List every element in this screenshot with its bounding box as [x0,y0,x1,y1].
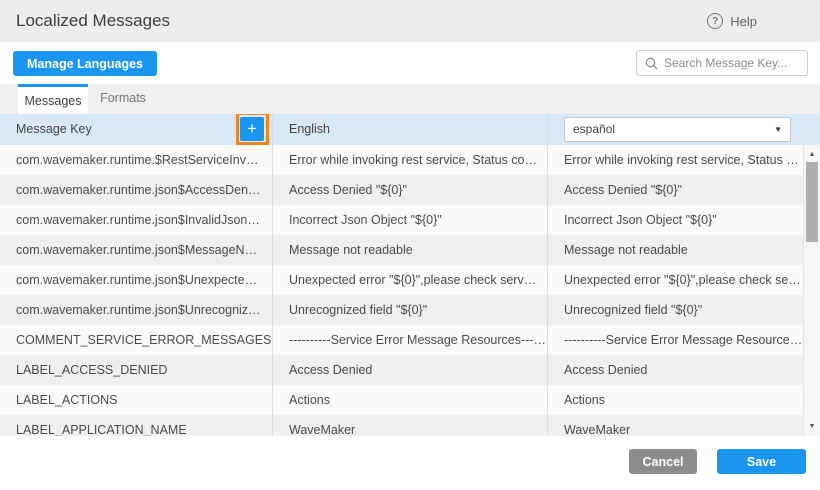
cell-english[interactable]: Access Denied [273,355,548,385]
vertical-scrollbar[interactable]: ▲ ▼ [803,145,820,436]
page-title: Localized Messages [16,0,170,42]
english-header-label: English [289,122,330,136]
cell-message-key[interactable]: com.wavemaker.runtime.json$InvalidJson… [0,205,273,235]
cell-message-key[interactable]: com.wavemaker.runtime.json$Unexpecte… [0,265,273,295]
cell-espanol[interactable]: Actions [548,385,803,415]
help-link[interactable]: ? Help [707,0,757,42]
cell-english[interactable]: Unexpected error "${0}",please check ser… [273,265,548,295]
tab-formats[interactable]: Formats [88,84,158,114]
table-row[interactable]: LABEL_APPLICATION_NAME WaveMaker WaveMak… [0,415,820,436]
table-header-row: Message Key + English español ▼ [0,114,820,145]
cell-english[interactable]: Unrecognized field "${0}" [273,295,548,325]
cell-message-key[interactable]: COMMENT_SERVICE_ERROR_MESSAGES [0,325,273,355]
scroll-up-icon[interactable]: ▲ [804,151,820,158]
chevron-down-icon: ▼ [774,118,782,141]
cell-message-key[interactable]: LABEL_APPLICATION_NAME [0,415,273,436]
table-row[interactable]: com.wavemaker.runtime.json$InvalidJson… … [0,205,820,235]
table-row[interactable]: com.wavemaker.runtime.$RestServiceInv… E… [0,145,820,175]
cell-espanol[interactable]: Unexpected error "${0}",please check se… [548,265,803,295]
cell-espanol[interactable]: Access Denied "${0}" [548,175,803,205]
table-row[interactable]: COMMENT_SERVICE_ERROR_MESSAGES ---------… [0,325,820,355]
header-scrollbar-spacer [803,114,820,145]
cell-espanol[interactable]: Error while invoking rest service, Statu… [548,145,803,175]
cell-espanol[interactable]: Incorrect Json Object "${0}" [548,205,803,235]
manage-languages-button[interactable]: Manage Languages [13,51,157,76]
cell-espanol[interactable]: ----------Service Error Message Resource… [548,325,803,355]
cell-english[interactable]: ----------Service Error Message Resource… [273,325,548,355]
search-box[interactable] [636,50,808,76]
cell-espanol[interactable]: Access Denied [548,355,803,385]
cell-english[interactable]: Error while invoking rest service, Statu… [273,145,548,175]
table-row[interactable]: com.wavemaker.runtime.json$Unrecogniz… U… [0,295,820,325]
cell-espanol[interactable]: Unrecognized field "${0}" [548,295,803,325]
cell-english[interactable]: Message not readable [273,235,548,265]
cell-english[interactable]: Actions [273,385,548,415]
column-header-language: español ▼ [548,114,803,145]
column-header-english: English [273,114,548,145]
cell-espanol[interactable]: WaveMaker [548,415,803,436]
scrollbar-thumb[interactable] [806,162,818,242]
table-row[interactable]: com.wavemaker.runtime.json$Unexpecte… Un… [0,265,820,295]
cell-message-key[interactable]: com.wavemaker.runtime.json$Unrecogniz… [0,295,273,325]
cell-english[interactable]: Access Denied "${0}" [273,175,548,205]
cell-message-key[interactable]: com.wavemaker.runtime.$RestServiceInv… [0,145,273,175]
search-input[interactable] [664,56,799,70]
search-icon [645,57,658,70]
cancel-button[interactable]: Cancel [629,449,697,474]
localized-messages-dialog: Localized Messages ? Help Manage Languag… [0,0,820,490]
title-bar: Localized Messages ? Help [0,0,820,42]
cell-message-key[interactable]: com.wavemaker.runtime.json$MessageN… [0,235,273,265]
cell-espanol[interactable]: Message not readable [548,235,803,265]
table-row[interactable]: LABEL_ACTIONS Actions Actions [0,385,820,415]
cell-message-key[interactable]: LABEL_ACTIONS [0,385,273,415]
save-button[interactable]: Save [717,449,806,474]
cell-english[interactable]: WaveMaker [273,415,548,436]
help-label: Help [730,14,757,29]
table-row[interactable]: com.wavemaker.runtime.json$AccessDen… Ac… [0,175,820,205]
column-header-message-key: Message Key + [0,114,273,145]
language-select[interactable]: español ▼ [564,117,791,142]
tab-messages[interactable]: Messages [18,84,88,114]
help-icon: ? [707,13,723,29]
table-body: com.wavemaker.runtime.$RestServiceInv… E… [0,145,820,436]
language-select-value: español [573,118,615,141]
messages-table: Message Key + English español ▼ com.wave… [0,114,820,436]
add-message-key-button[interactable]: + [240,117,264,141]
tab-strip: Messages Formats [0,84,820,114]
cell-message-key[interactable]: com.wavemaker.runtime.json$AccessDen… [0,175,273,205]
table-row[interactable]: com.wavemaker.runtime.json$MessageN… Mes… [0,235,820,265]
scroll-down-icon[interactable]: ▼ [804,423,820,430]
table-row[interactable]: LABEL_ACCESS_DENIED Access Denied Access… [0,355,820,385]
message-key-header-label: Message Key [16,122,92,136]
cell-english[interactable]: Incorrect Json Object "${0}" [273,205,548,235]
cell-message-key[interactable]: LABEL_ACCESS_DENIED [0,355,273,385]
